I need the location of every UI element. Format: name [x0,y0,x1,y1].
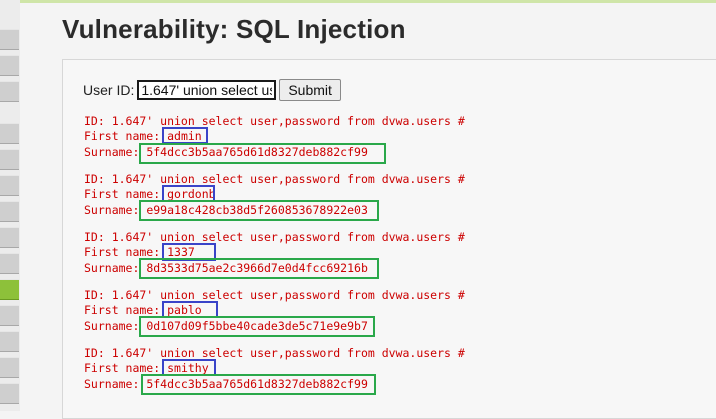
surname-label: Surname: [84,145,147,159]
sidebar-menu-item[interactable] [0,29,19,50]
result-id-line: ID: 1.647' union select user,password fr… [84,230,465,244]
sidebar-menu-item[interactable] [0,123,19,144]
sidebar-menu-item[interactable] [0,175,19,196]
surname-label: Surname: [84,261,147,275]
sidebar [0,0,20,411]
sidebar-menu-item[interactable] [0,201,19,222]
first-name-label: First name: [84,303,168,317]
user-id-form: User ID: Submit [83,79,341,101]
sidebar-menu-item[interactable] [0,305,19,326]
surname-label: Surname: [84,203,147,217]
surname-label: Surname: [84,319,147,333]
first-name-label: First name: [84,187,168,201]
hash-highlight-box [139,316,375,337]
result-block: ID: 1.647' union select user,password fr… [84,230,465,286]
hash-highlight-box [139,200,379,221]
first-name-label: First name: [84,245,168,259]
result-id-line: ID: 1.647' union select user,password fr… [84,172,465,186]
result-id-line: ID: 1.647' union select user,password fr… [84,346,465,360]
sidebar-menu-item[interactable] [0,227,19,248]
sidebar-menu-item[interactable] [0,55,19,76]
page-title: Vulnerability: SQL Injection [62,14,406,44]
result-block: ID: 1.647' union select user,password fr… [84,288,465,344]
username-highlight-box [162,127,208,144]
result-block: ID: 1.647' union select user,password fr… [84,114,465,170]
user-id-input[interactable] [137,80,277,100]
first-name-label: First name: [84,129,168,143]
top-accent-line [0,0,716,3]
hash-highlight-box [139,258,379,279]
sidebar-menu-item[interactable] [0,149,19,170]
sidebar-menu-item[interactable] [0,253,19,274]
hash-highlight-box [141,374,376,395]
sidebar-menu-item[interactable] [0,81,19,102]
result-id-line: ID: 1.647' union select user,password fr… [84,114,465,128]
sidebar-menu-item-active[interactable] [0,279,19,300]
result-block: ID: 1.647' union select user,password fr… [84,346,465,402]
sidebar-menu-item[interactable] [0,383,19,404]
sidebar-menu-item[interactable] [0,357,19,378]
surname-label: Surname: [84,377,147,391]
result-id-line: ID: 1.647' union select user,password fr… [84,288,465,302]
submit-button[interactable]: Submit [279,79,341,101]
first-name-label: First name: [84,361,168,375]
sidebar-menu-item[interactable] [0,331,19,352]
hash-highlight-box [139,143,386,164]
result-block: ID: 1.647' union select user,password fr… [84,172,465,228]
user-id-label: User ID: [83,82,135,98]
